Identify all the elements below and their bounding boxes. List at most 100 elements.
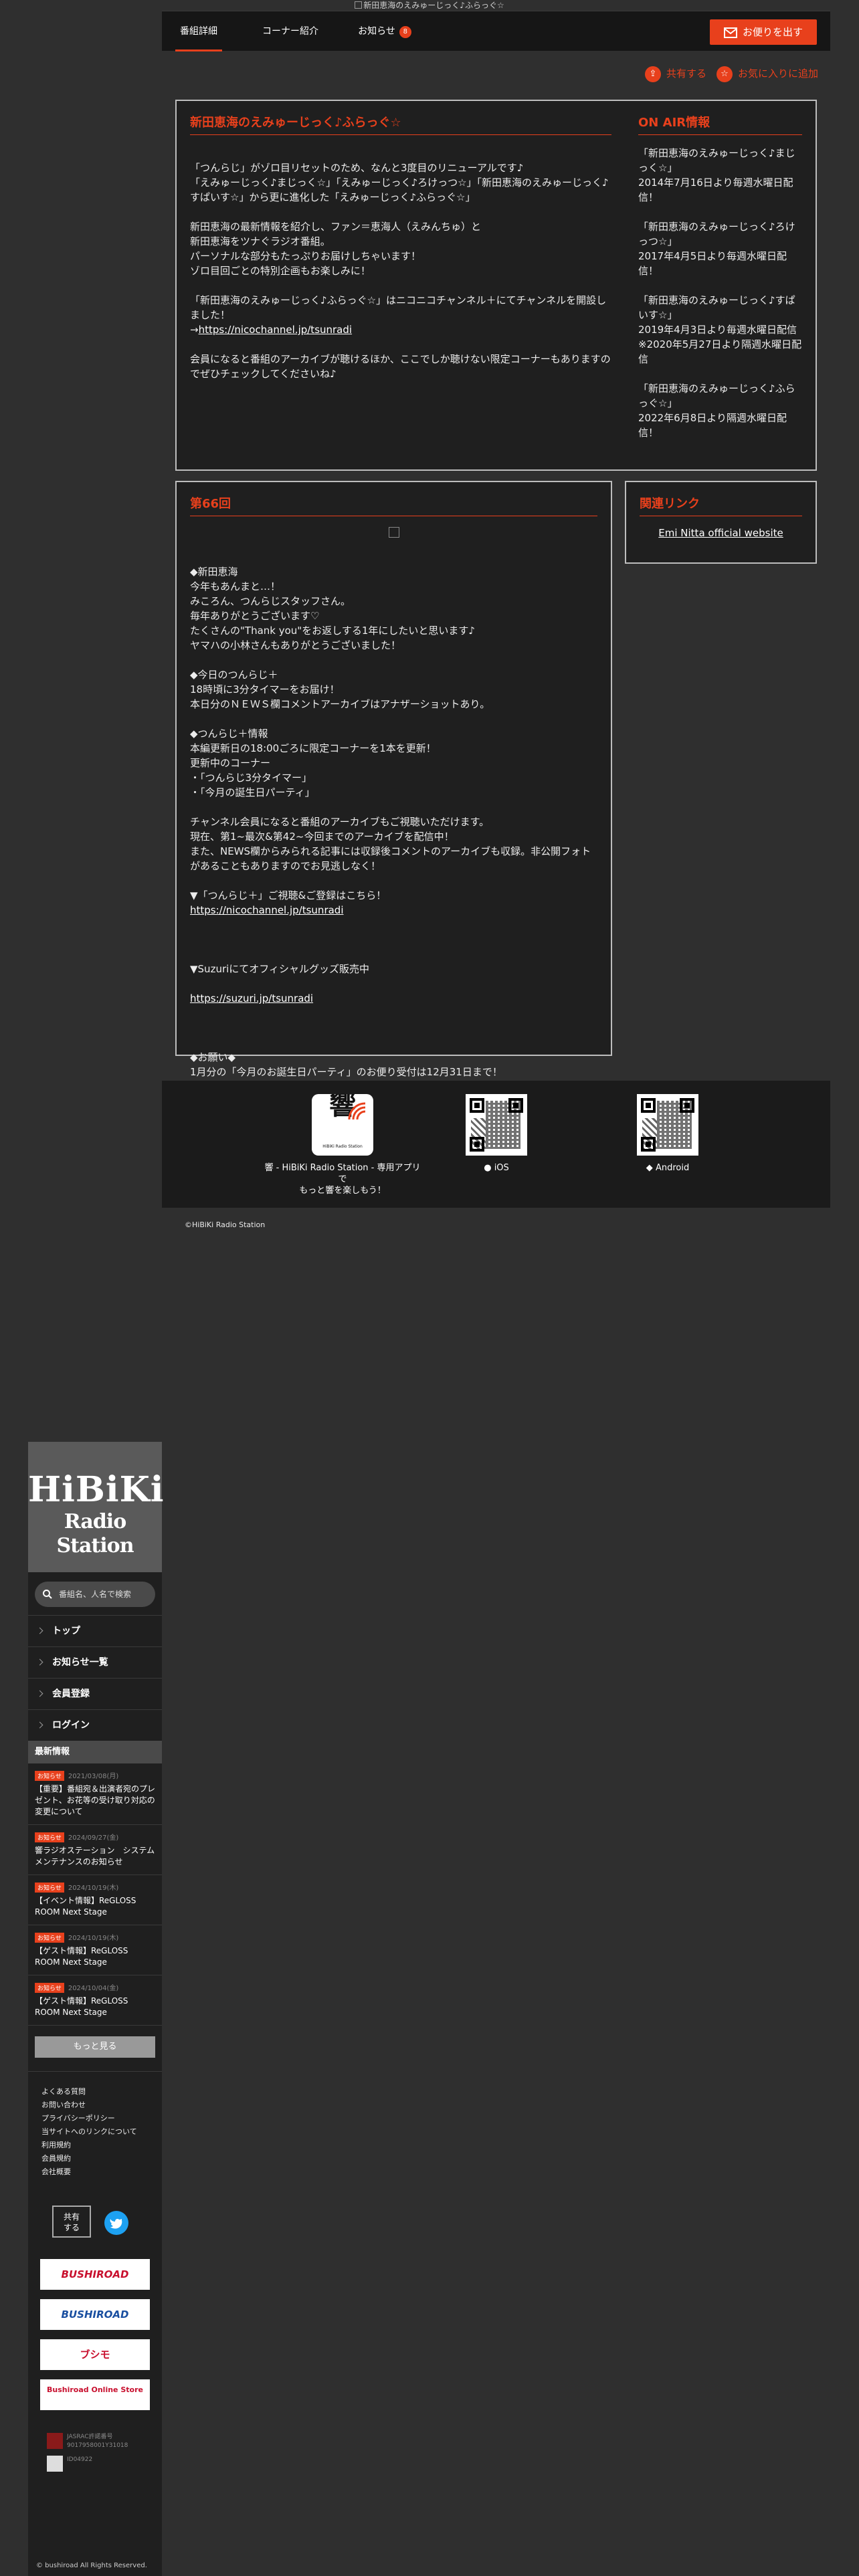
intro-body: 「つんらじ」がゾロ目リセットのため、なんと3度目のリニューアルです♪ 「えみゅー…: [190, 162, 609, 321]
nextone-logo-icon: [47, 2456, 63, 2472]
program-description: 「つんらじ」がゾロ目リセットのため、なんと3度目のリニューアルです♪ 「えみゅー…: [190, 146, 611, 381]
share-box-label: 共有 する: [63, 2212, 80, 2232]
nav-top[interactable]: トップ: [28, 1615, 162, 1646]
send-letter-label: お便りを出す: [742, 26, 803, 38]
banner-alt-text: 新田恵海のえみゅーじっく♪ふらっぐ☆: [363, 1, 504, 10]
more-news-button[interactable]: もっと見る: [35, 2036, 155, 2058]
share-label: 共有する: [666, 68, 707, 80]
news-title: 【ゲスト情報】ReGLOSS ROOM Next Stage: [35, 1946, 128, 1967]
tab-label: お知らせ: [358, 26, 395, 37]
mail-icon: [723, 27, 737, 38]
program-title: 新田恵海のえみゅーじっく♪ふらっぐ☆: [190, 113, 611, 135]
nav-register[interactable]: 会員登録: [28, 1678, 162, 1709]
program-tab-bar: 番組詳細 コーナー紹介 お知らせ 8 お便りを出す: [162, 11, 830, 51]
onair-body: 「新田恵海のえみゅーじっく♪まじっく☆」 2014年7月16日より毎週水曜日配信…: [638, 147, 802, 439]
favorite-label: お気に入りに追加: [738, 68, 819, 80]
android-qr-code: [637, 1094, 698, 1156]
official-website-link[interactable]: Emi Nitta official website: [658, 527, 783, 539]
nav-news-list[interactable]: お知らせ一覧: [28, 1646, 162, 1678]
terms-link[interactable]: 利用規約: [41, 2139, 162, 2152]
news-count-badge: 8: [399, 26, 411, 38]
copyright: ©HiBiKi Radio Station: [185, 1220, 266, 1229]
news-item[interactable]: お知らせ 2024/10/04(金) 【ゲスト情報】ReGLOSS ROOM Ne…: [28, 1975, 162, 2026]
related-links-panel: 関連リンク Emi Nitta official website: [625, 481, 817, 564]
privacy-link[interactable]: プライバシーポリシー: [41, 2112, 162, 2125]
logo-line-1: HiBiKi: [28, 1469, 165, 1510]
tab-program-detail[interactable]: 番組詳細: [175, 11, 222, 51]
nav-login[interactable]: ログイン: [28, 1709, 162, 1741]
episode-image: [388, 527, 399, 538]
tab-corner-intro[interactable]: コーナー紹介: [256, 11, 325, 51]
nicochannel-link[interactable]: https://nicochannel.jp/tsunradi: [199, 324, 353, 336]
twitter-icon[interactable]: [104, 2211, 128, 2235]
broken-image-icon: [355, 1, 363, 9]
star-icon: ☆: [717, 66, 733, 82]
latest-news-heading: 最新情報: [28, 1741, 162, 1763]
jasrac-logo-icon: [47, 2433, 63, 2449]
tab-news[interactable]: お知らせ 8: [355, 11, 415, 51]
mobile-sidebar: HiBiKi Radio Station 番組名、人名で検索 トップ お知らせ一…: [28, 1442, 165, 2576]
news-tag: お知らせ: [35, 1832, 64, 1842]
linking-policy-link[interactable]: 当サイトへのリンクについて: [41, 2125, 162, 2139]
favorite-button[interactable]: ☆ お気に入りに追加: [717, 65, 818, 82]
episode-text-2: ▼Suzuriにてオフィシャルグッズ販売中: [190, 963, 369, 975]
send-letter-button[interactable]: お便りを出す: [710, 19, 817, 45]
jasrac-info: JASRAC許諾番号 9017958001Y31018: [47, 2433, 143, 2450]
search-input[interactable]: 番組名、人名で検索: [35, 1582, 155, 1607]
news-tag: お知らせ: [35, 1883, 64, 1893]
ios-download[interactable]: ● iOS: [450, 1094, 543, 1174]
sidebar-copyright: © bushiroad All Rights Reserved.: [36, 2562, 147, 2569]
news-date: 2021/03/08(月): [68, 1773, 119, 1780]
radio-wave-icon: [348, 1102, 366, 1120]
nextone-info: ID04922: [47, 2456, 143, 2472]
share-button[interactable]: ⇪ 共有する: [645, 65, 706, 82]
news-date: 2024/10/04(金): [68, 1985, 119, 1992]
nicochannel-link-2[interactable]: https://nicochannel.jp/tsunradi: [190, 904, 344, 916]
onair-panel: ON AIR情報 「新田恵海のえみゅーじっく♪まじっく☆」 2014年7月16日…: [625, 100, 817, 471]
company-link[interactable]: 会社概要: [41, 2165, 162, 2179]
faq-link[interactable]: よくある質問: [41, 2085, 162, 2099]
news-date: 2024/10/19(木): [68, 1935, 119, 1942]
nextone-text: ID04922: [67, 2456, 93, 2463]
program-intro-panel: 新田恵海のえみゅーじっく♪ふらっぐ☆ 「つんらじ」がゾロ目リセットのため、なんと…: [175, 100, 626, 471]
footer-links: よくある質問 お問い合わせ プライバシーポリシー 当サイトへのリンクについて 利…: [28, 2071, 162, 2179]
hibiki-logo[interactable]: HiBiKi Radio Station: [28, 1442, 165, 1572]
news-item[interactable]: お知らせ 2024/10/19(木) 【ゲスト情報】ReGLOSS ROOM Ne…: [28, 1925, 162, 1975]
intro-body-2: 会員になると番組のアーカイブが聴けるほか、ここでしか聴けない限定コーナーもありま…: [190, 353, 611, 380]
episode-body: ◆新田恵海 今年もあんまと…！ みころん、つんらじスタッフさん。 毎年ありがとう…: [190, 550, 597, 1109]
online-store-banner[interactable]: Bushiroad Online Store: [40, 2379, 150, 2410]
search-placeholder: 番組名、人名で検索: [59, 1590, 132, 1599]
search-icon: [43, 1590, 52, 1599]
onair-title: ON AIR情報: [638, 113, 802, 135]
logo-line-2: Radio Station: [56, 1510, 134, 1558]
android-icon: ◆: [646, 1163, 653, 1173]
app-footer: 響 HiBiKi Radio Station 響 - HiBiKi Radio …: [162, 1081, 830, 1208]
social-row: 共有 する: [28, 2206, 162, 2239]
news-tag: お知らせ: [35, 1771, 64, 1781]
app-promo[interactable]: 響 HiBiKi Radio Station 響 - HiBiKi Radio …: [262, 1094, 423, 1196]
hibiki-app-logo: 響 HiBiKi Radio Station: [312, 1094, 373, 1156]
related-title: 関連リンク: [640, 494, 802, 516]
tab-label: コーナー紹介: [262, 26, 318, 37]
share-box-button[interactable]: 共有 する: [52, 2206, 91, 2238]
news-item[interactable]: お知らせ 2021/03/08(月) 【重要】番組宛＆出演者宛のプレゼント、お花等…: [28, 1763, 162, 1825]
suzuri-link[interactable]: https://suzuri.jp/tsunradi: [190, 992, 313, 1004]
bushiroad-music-banner[interactable]: BUSHIROAD: [40, 2299, 150, 2330]
android-label: Android: [655, 1163, 690, 1173]
news-date: 2024/10/19(木): [68, 1885, 119, 1892]
app-promo-text: 響 - HiBiKi Radio Station - 専用アプリで もっと響を楽…: [264, 1163, 421, 1196]
android-download[interactable]: ◆ Android: [621, 1094, 714, 1174]
program-banner-image: 新田恵海のえみゅーじっく♪ふらっぐ☆: [0, 0, 859, 11]
member-terms-link[interactable]: 会員規約: [41, 2152, 162, 2165]
jasrac-text: JASRAC許諾番号 9017958001Y31018: [67, 2434, 128, 2449]
episode-title: 第66回: [190, 494, 597, 516]
bushimo-banner[interactable]: ブシモ: [40, 2339, 150, 2370]
news-item[interactable]: お知らせ 2024/10/19(木) 【イベント情報】ReGLOSS ROOM N…: [28, 1875, 162, 1925]
news-item[interactable]: お知らせ 2024/09/27(金) 響ラジオステーション システムメンテナンスの…: [28, 1825, 162, 1875]
episode-text-1: ◆新田恵海 今年もあんまと…！ みころん、つんらじスタッフさん。 毎年ありがとう…: [190, 566, 591, 901]
news-tag: お知らせ: [35, 1983, 64, 1993]
news-title: 【重要】番組宛＆出演者宛のプレゼント、お花等の受け取り対応の変更について: [35, 1784, 156, 1816]
ios-label: iOS: [494, 1163, 509, 1173]
bushiroad-banner[interactable]: BUSHIROAD: [40, 2259, 150, 2290]
contact-link[interactable]: お問い合わせ: [41, 2099, 162, 2112]
